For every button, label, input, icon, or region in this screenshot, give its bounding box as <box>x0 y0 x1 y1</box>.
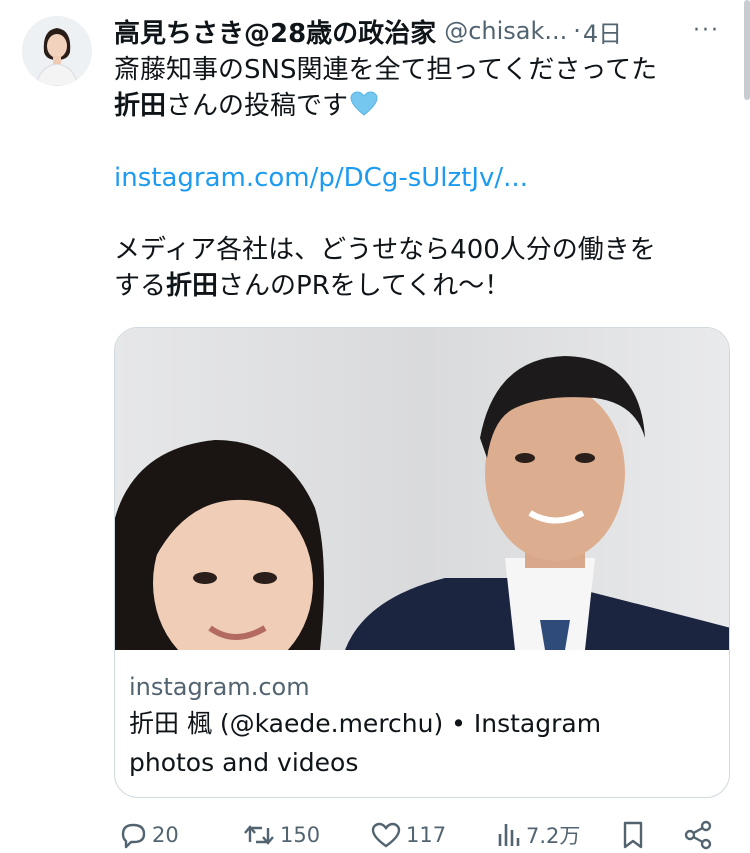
views-button[interactable]: 7.2万 <box>496 815 580 853</box>
like-button[interactable]: 117 <box>370 815 446 853</box>
tweet-text-line: メディア各社は、どうせなら400人分の働きを <box>114 235 656 265</box>
reply-icon <box>121 823 146 849</box>
card-domain: instagram.com <box>129 673 310 701</box>
tweet-text-fragment: さんの投稿です <box>166 91 349 121</box>
like-count: 117 <box>406 823 447 847</box>
tweet-content: 高見ちさき@28歳の政治家 @chisak... · 4日 ··· 斎藤知事のS… <box>114 10 734 304</box>
bookmark-icon <box>623 821 643 849</box>
reply-button[interactable]: 20 <box>118 815 179 853</box>
card-title-line: 折田 楓 (@kaede.merchu) • Instagram <box>129 709 602 738</box>
tweet-actions: 20 150 117 7.2万 <box>114 815 730 853</box>
separator-dot: · <box>573 17 581 45</box>
tweet-text-line: 斎藤知事のSNS関連を全て担ってくださってた <box>114 55 658 85</box>
tweet-text-fragment: する <box>114 271 167 301</box>
card-title: 折田 楓 (@kaede.merchu) • Instagram photos … <box>129 704 715 782</box>
avatar-image <box>22 16 92 86</box>
card-title-line: photos and videos <box>129 748 359 777</box>
retweet-button[interactable]: 150 <box>242 815 320 853</box>
tweet-text: 斎藤知事のSNS関連を全て担ってくださってた 折田さんの投稿です instagr… <box>114 52 734 304</box>
card-info: instagram.com 折田 楓 (@kaede.merchu) • Ins… <box>115 650 729 782</box>
retweet-count: 150 <box>280 823 321 847</box>
tweet-text-line: 折田さんの投稿です <box>114 88 734 124</box>
retweet-icon <box>244 825 274 845</box>
author-name[interactable]: 高見ちさき@28歳の政治家 <box>114 13 436 50</box>
link-preview-card[interactable]: instagram.com 折田 楓 (@kaede.merchu) • Ins… <box>114 327 730 798</box>
share-icon <box>684 820 712 850</box>
more-options-icon[interactable]: ··· <box>693 18 720 43</box>
reply-count: 20 <box>152 823 179 847</box>
avatar[interactable] <box>22 16 92 86</box>
scrollbar[interactable] <box>744 0 750 100</box>
light-blue-heart-icon <box>350 91 378 116</box>
tweet-link[interactable]: instagram.com/p/DCg-sUlztJv/... <box>114 160 734 196</box>
view-count: 7.2万 <box>526 824 581 848</box>
mention-bold-text: 折田 <box>114 91 167 121</box>
bookmark-button[interactable] <box>620 815 650 853</box>
tweet-header: 高見ちさき@28歳の政治家 @chisak... · 4日 <box>114 10 734 52</box>
tweet-text-fragment: さんのPRをしてくれ〜！ <box>218 271 511 301</box>
tweet-text-line: する折田さんのPRをしてくれ〜！ <box>114 268 734 304</box>
share-button[interactable] <box>682 815 718 853</box>
card-photo <box>115 328 729 650</box>
views-chart-icon <box>498 824 520 846</box>
mention-bold-text: 折田 <box>166 271 219 301</box>
heart-icon <box>371 822 401 848</box>
tweet-timestamp[interactable]: 4日 <box>583 14 622 49</box>
author-handle[interactable]: @chisak... <box>444 17 567 45</box>
avatar-container[interactable] <box>22 16 92 86</box>
